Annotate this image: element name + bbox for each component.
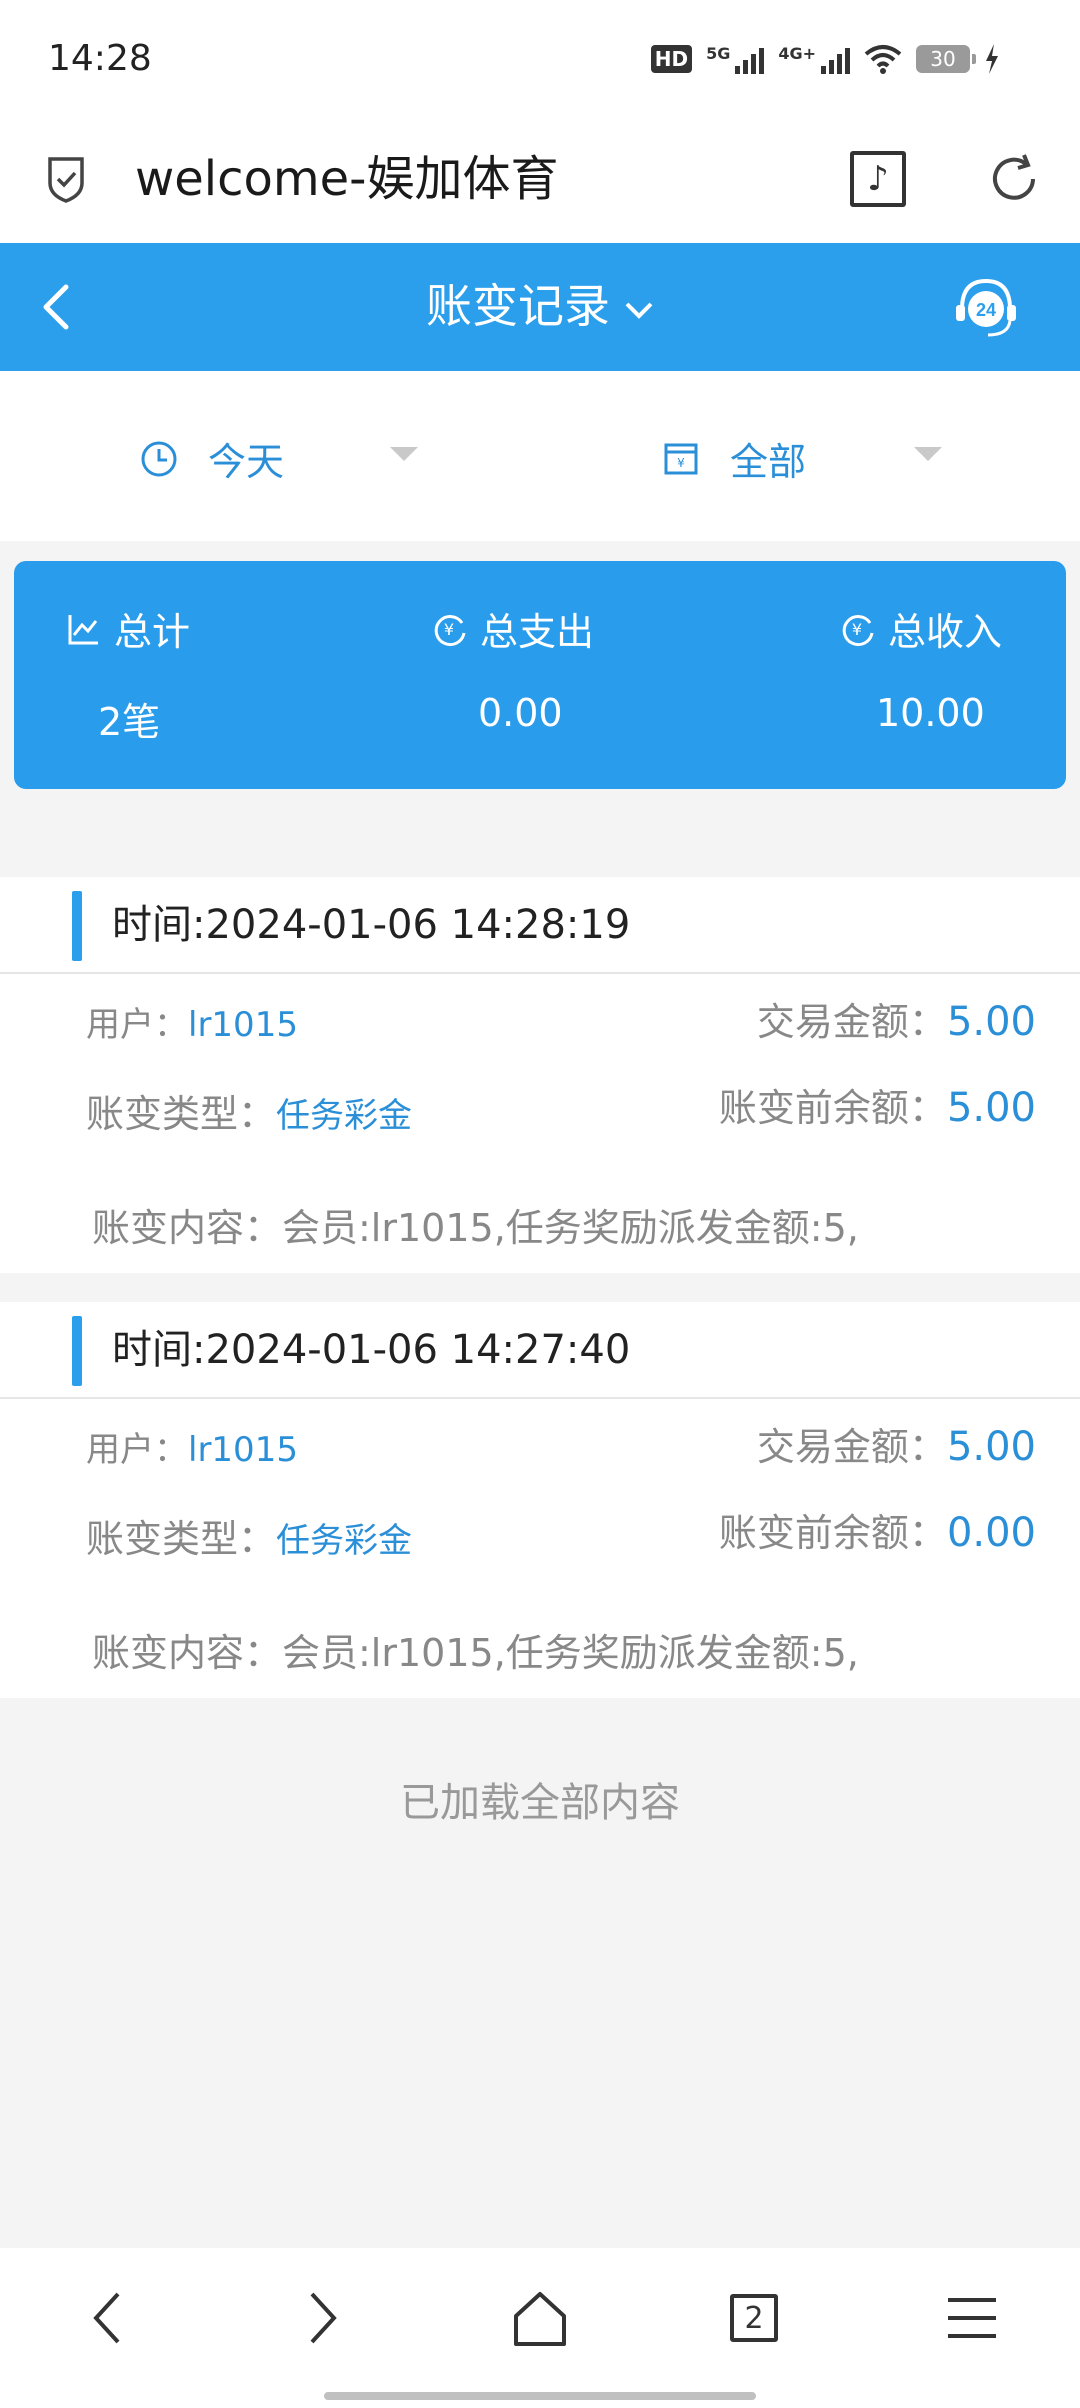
income-label: ¥ 总收入 bbox=[840, 601, 1002, 656]
all-loaded-text: 已加载全部内容 bbox=[400, 1780, 680, 1826]
tabs-count: 2 bbox=[730, 2294, 778, 2342]
charging-icon bbox=[986, 44, 998, 74]
nav-back-button[interactable] bbox=[68, 2278, 148, 2358]
home-indicator[interactable] bbox=[324, 2392, 756, 2400]
record-balance-before: 账变前余额：5.00 bbox=[718, 1085, 1036, 1131]
svg-text:¥: ¥ bbox=[852, 620, 862, 639]
accent-bar bbox=[72, 891, 82, 961]
signal-5g-icon: 5G bbox=[706, 44, 765, 74]
yen-cycle-icon: ¥ bbox=[842, 614, 874, 646]
chart-line-icon bbox=[68, 614, 98, 644]
svg-text:24: 24 bbox=[976, 300, 996, 320]
record-time: 时间:2024-01-06 14:27:40 bbox=[112, 1327, 631, 1373]
yen-cycle-icon: ¥ bbox=[434, 614, 466, 646]
summary-card: 总计 2笔 ¥ 总支出 0.00 ¥ 总收入 10.00 bbox=[14, 561, 1066, 789]
record-amount: 交易金额：5.00 bbox=[756, 1424, 1036, 1470]
wifi-icon bbox=[864, 45, 902, 74]
record-type: 账变类型：任务彩金 bbox=[86, 1092, 413, 1136]
chevron-down-icon[interactable] bbox=[624, 295, 654, 325]
battery-icon: 30 bbox=[916, 45, 976, 73]
status-bar: 14:28 HD 5G 4G+ 30 bbox=[0, 0, 1080, 125]
app-header: 账变记录 24 bbox=[0, 243, 1080, 371]
record-user: 用户：lr1015 bbox=[86, 1430, 298, 1470]
record-time: 时间:2024-01-06 14:28:19 bbox=[112, 902, 631, 948]
hd-icon: HD bbox=[650, 45, 693, 73]
record-content: 账变内容：会员:lr1015,任务奖励派发金额:5, bbox=[92, 1631, 859, 1675]
record-header: 时间:2024-01-06 14:27:40 bbox=[0, 1302, 1080, 1399]
date-filter-label: 今天 bbox=[208, 440, 285, 484]
home-icon bbox=[514, 2292, 566, 2346]
filter-bar: 今天 ¥ 全部 bbox=[0, 371, 1080, 541]
nav-menu-button[interactable] bbox=[932, 2278, 1012, 2358]
record-card[interactable]: 时间:2024-01-06 14:27:40 用户：lr1015 交易金额：5.… bbox=[0, 1302, 1080, 1698]
type-filter-label: 全部 bbox=[730, 440, 807, 484]
url-text[interactable]: welcome-娱加体育 bbox=[135, 147, 559, 211]
svg-text:¥: ¥ bbox=[444, 620, 454, 639]
expense-label: ¥ 总支出 bbox=[432, 601, 594, 656]
caret-down-icon bbox=[914, 447, 942, 461]
signal-4g-icon: 4G+ bbox=[778, 44, 850, 74]
record-header: 时间:2024-01-06 14:28:19 bbox=[0, 877, 1080, 974]
accent-bar bbox=[72, 1316, 82, 1386]
chevron-right-icon bbox=[310, 2292, 337, 2344]
security-shield-icon[interactable] bbox=[46, 155, 86, 203]
support-24-icon[interactable]: 24 bbox=[950, 273, 1022, 341]
clock-icon bbox=[141, 441, 177, 476]
total-value: 2笔 bbox=[98, 700, 161, 744]
record-user: 用户：lr1015 bbox=[86, 1005, 298, 1045]
svg-text:¥: ¥ bbox=[677, 456, 685, 470]
record-amount: 交易金额：5.00 bbox=[756, 999, 1036, 1045]
total-label: 总计 bbox=[66, 601, 190, 656]
page-title[interactable]: 账变记录 bbox=[0, 273, 1080, 339]
income-value: 10.00 bbox=[876, 691, 985, 735]
music-icon[interactable]: ♪ bbox=[850, 151, 906, 207]
record-type: 账变类型：任务彩金 bbox=[86, 1517, 413, 1561]
record-content: 账变内容：会员:lr1015,任务奖励派发金额:5, bbox=[92, 1206, 859, 1250]
browser-bottom-nav: 2 bbox=[0, 2248, 1080, 2408]
record-balance-before: 账变前余额：0.00 bbox=[718, 1510, 1036, 1556]
menu-icon bbox=[948, 2298, 996, 2338]
date-filter[interactable]: 今天 bbox=[140, 431, 418, 486]
nav-home-button[interactable] bbox=[500, 2278, 580, 2358]
nav-tabs-button[interactable]: 2 bbox=[714, 2278, 794, 2358]
box-icon: ¥ bbox=[664, 443, 698, 474]
refresh-icon[interactable] bbox=[986, 151, 1042, 207]
type-filter[interactable]: ¥ 全部 bbox=[662, 431, 942, 486]
status-time: 14:28 bbox=[48, 38, 152, 79]
nav-forward-button[interactable] bbox=[282, 2278, 362, 2358]
status-icons: HD 5G 4G+ 30 bbox=[650, 44, 1000, 74]
record-card[interactable]: 时间:2024-01-06 14:28:19 用户：lr1015 交易金额：5.… bbox=[0, 877, 1080, 1273]
browser-bar: welcome-娱加体育 ♪ bbox=[0, 125, 1080, 243]
caret-down-icon bbox=[390, 447, 418, 461]
expense-value: 0.00 bbox=[478, 691, 563, 735]
chevron-left-icon bbox=[93, 2292, 120, 2344]
